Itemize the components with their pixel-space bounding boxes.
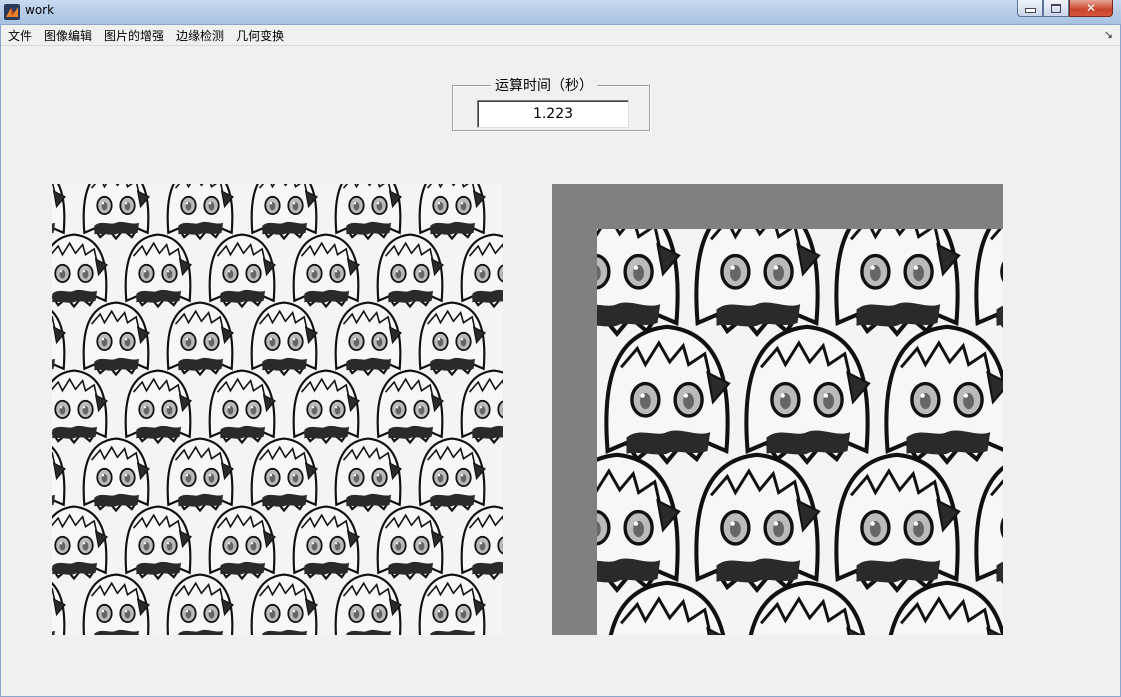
close-button[interactable]: ✕ xyxy=(1069,0,1113,17)
character-face xyxy=(748,580,866,635)
character-face xyxy=(250,437,318,513)
character-face xyxy=(82,301,150,377)
character-face xyxy=(694,452,821,593)
character-face xyxy=(166,301,234,377)
character-face xyxy=(744,324,871,465)
character-face xyxy=(208,233,276,309)
minimize-button[interactable] xyxy=(1017,0,1043,17)
original-pattern-image xyxy=(52,184,503,635)
menu-image-enhance[interactable]: 图片的增强 xyxy=(98,27,170,44)
character-face xyxy=(597,229,681,337)
character-face xyxy=(52,233,108,309)
character-face xyxy=(52,445,66,507)
character-face xyxy=(124,233,192,309)
character-face xyxy=(292,369,360,445)
minimize-icon xyxy=(1024,8,1036,13)
character-face xyxy=(597,452,681,593)
character-face xyxy=(82,437,150,513)
character-face xyxy=(334,184,402,241)
character-face xyxy=(334,437,402,513)
character-face xyxy=(974,465,1003,585)
translated-zoomed-pattern-image xyxy=(597,229,1003,635)
matlab-icon xyxy=(4,4,20,20)
maximize-button[interactable] xyxy=(1043,0,1069,17)
original-image-axes xyxy=(52,184,503,635)
window-title: work xyxy=(25,3,55,17)
character-face xyxy=(974,229,1003,329)
close-icon: ✕ xyxy=(1085,1,1097,15)
character-face xyxy=(376,233,444,309)
character-face xyxy=(166,437,234,513)
character-face xyxy=(418,573,486,635)
character-face xyxy=(418,437,486,513)
character-face xyxy=(292,233,360,309)
character-face xyxy=(52,369,108,445)
character-face xyxy=(460,233,503,309)
character-face xyxy=(250,301,318,377)
character-face xyxy=(124,505,192,581)
character-face xyxy=(694,229,821,337)
character-face xyxy=(460,369,503,445)
window-controls: ✕ xyxy=(1017,0,1113,17)
character-face xyxy=(292,505,360,581)
character-face xyxy=(166,573,234,635)
menu-geometric-transform[interactable]: 几何变换 xyxy=(230,27,290,44)
character-face xyxy=(334,573,402,635)
character-face xyxy=(376,505,444,581)
character-face xyxy=(166,184,234,241)
compute-time-field[interactable]: 1.223 xyxy=(477,100,629,128)
character-face xyxy=(52,581,66,635)
compute-time-panel: 运算时间（秒） 1.223 xyxy=(452,75,650,131)
maximize-icon xyxy=(1051,3,1061,13)
character-face xyxy=(52,309,66,371)
character-face xyxy=(82,184,150,241)
character-face xyxy=(52,505,108,581)
menu-image-edit[interactable]: 图像编辑 xyxy=(38,27,98,44)
character-face xyxy=(334,301,402,377)
character-face xyxy=(834,452,961,593)
character-face xyxy=(250,573,318,635)
transformed-image-axes xyxy=(552,184,1003,635)
character-face xyxy=(418,301,486,377)
character-face xyxy=(124,369,192,445)
menu-file[interactable]: 文件 xyxy=(0,27,38,44)
character-face xyxy=(834,229,961,337)
menu-edge-detect[interactable]: 边缘检测 xyxy=(170,27,230,44)
character-face xyxy=(460,505,503,581)
character-face xyxy=(608,580,726,635)
character-face xyxy=(376,369,444,445)
character-face xyxy=(52,184,66,235)
transformed-image-content xyxy=(597,229,1003,635)
dock-arrow-icon[interactable]: ↘ xyxy=(1104,28,1113,41)
character-face xyxy=(82,573,150,635)
menu-bar: 文件 图像编辑 图片的增强 边缘检测 几何变换 ↘ xyxy=(0,25,1121,46)
character-face xyxy=(208,505,276,581)
title-bar: work ✕ xyxy=(0,0,1121,25)
character-face xyxy=(604,324,731,465)
character-face xyxy=(884,324,1003,465)
compute-time-title: 运算时间（秒） xyxy=(491,75,597,95)
character-face xyxy=(888,580,1003,635)
character-face xyxy=(250,184,318,241)
character-face xyxy=(418,184,486,241)
character-face xyxy=(208,369,276,445)
